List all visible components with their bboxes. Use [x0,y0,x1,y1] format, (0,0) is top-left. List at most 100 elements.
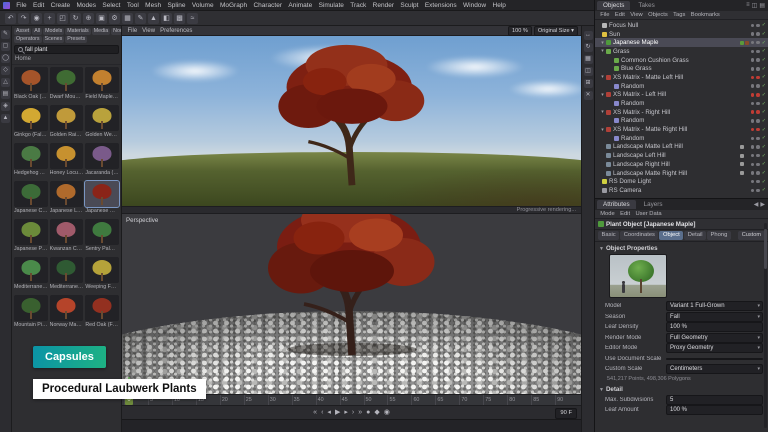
render-visibility-dot[interactable] [756,145,760,149]
editor-visibility-dot[interactable] [751,102,755,106]
object-row[interactable]: Focus Null ✓ [595,21,768,30]
object-row[interactable]: Landscape Left Hill ✓ [595,151,768,160]
tab-layers[interactable]: Layers [638,200,669,209]
tag-chip-icon[interactable] [745,102,749,106]
fields-menu-icon[interactable]: ◧ [161,13,172,24]
autokey-icon[interactable]: ◉ [384,407,390,419]
attribute-tab[interactable]: Coordinates [620,231,658,240]
object-manager-menu-item[interactable]: View [628,12,645,18]
render-visibility-dot[interactable] [756,41,760,45]
field-value[interactable]: Full Geometry [666,333,763,343]
editor-visibility-dot[interactable] [751,189,755,193]
deformer-icon[interactable]: ◈ [1,102,10,111]
render-view-menu-item[interactable]: File [125,28,140,34]
tag-chip-icon[interactable] [740,93,744,97]
render-visibility-dot[interactable] [756,137,760,141]
asset-filter-tab[interactable]: Nodes [111,28,122,35]
tag-chip-icon[interactable] [740,67,744,71]
tag-chip-icon[interactable] [745,75,749,79]
breadcrumb[interactable]: Home [12,55,121,65]
object-row[interactable]: ▾ XS Matrix - Matte Left Hill ✓ [595,73,768,82]
asset-filter-tab[interactable]: Scenes [43,36,65,43]
object-manager-menu-item[interactable]: Objects [646,12,670,18]
attribute-menu-item[interactable]: User Data [633,211,663,217]
tag-chip-icon[interactable] [745,32,749,36]
tag-chip-icon[interactable] [740,136,744,140]
mograph-menu-icon[interactable]: ▲ [148,13,159,24]
object-row[interactable]: ▾ XS Matrix - Right Hill ✓ [595,108,768,117]
tag-chip-icon[interactable] [740,162,744,166]
tag-chip-icon[interactable] [740,180,744,184]
render-view-canvas[interactable] [122,36,581,206]
goto-end-icon[interactable]: » [358,407,362,419]
tag-chip-icon[interactable] [745,154,749,158]
plant-asset-tile[interactable]: Sentry Palm (Fall Plant) [85,219,119,255]
pen-menu-icon[interactable]: ✎ [135,13,146,24]
field-value[interactable]: Centimeters [666,364,763,374]
enabled-check-icon[interactable]: ✓ [762,135,766,141]
tag-chip-icon[interactable] [745,49,749,53]
plant-asset-tile[interactable]: Red Oak (Fall Plant) [85,295,119,331]
menu-item[interactable]: Tool [124,0,142,11]
render-visibility-dot[interactable] [756,171,760,175]
tag-chip-icon[interactable] [740,154,744,158]
enabled-check-icon[interactable]: ✓ [762,109,766,115]
plant-asset-tile[interactable]: Field Maple (Fall Plant) [85,67,119,103]
menu-item[interactable]: MoGraph [217,0,250,11]
enabled-check-icon[interactable]: ✓ [762,144,766,150]
render-visibility-dot[interactable] [756,24,760,28]
undo-icon[interactable]: ↶ [5,13,16,24]
attribute-tab[interactable]: Phong [707,231,731,240]
render-visibility-dot[interactable] [756,128,760,132]
render-visibility-dot[interactable] [756,180,760,184]
tag-chip-icon[interactable] [745,84,749,88]
asset-filter-tab[interactable]: All [32,28,42,35]
enabled-check-icon[interactable]: ✓ [762,179,766,185]
next-frame-icon[interactable]: ▸ [344,407,348,419]
menu-item[interactable]: Create [47,0,73,11]
plant-asset-tile[interactable]: Jacaranda (Fall Plant) [85,143,119,179]
play-icon[interactable]: ▶ [335,407,340,419]
tag-chip-icon[interactable] [745,119,749,123]
keyframe-icon[interactable]: ◆ [374,407,379,419]
move-tool-icon[interactable]: + [44,13,55,24]
field-value[interactable]: Fall [666,312,763,322]
object-row[interactable]: Landscape Matte Left Hill ✓ [595,143,768,152]
enabled-check-icon[interactable]: ✓ [762,170,766,176]
expand-arrow-icon[interactable]: ▾ [599,74,606,80]
menu-item[interactable]: Extensions [422,0,460,11]
tag-chip-icon[interactable] [745,67,749,71]
tag-chip-icon[interactable] [745,180,749,184]
plant-asset-tile[interactable]: Golden Rain Tree (Fall Plant) [50,105,84,141]
custom-button[interactable]: Custom [738,231,765,240]
section-detail[interactable]: ▼Detail [595,384,768,395]
enabled-check-icon[interactable]: ✓ [762,101,766,107]
enabled-check-icon[interactable]: ✓ [762,187,766,193]
plant-asset-tile[interactable]: Mountain Pine (Fall Plant) [14,295,48,331]
menu-item[interactable]: Track [347,0,369,11]
editor-visibility-dot[interactable] [751,145,755,149]
end-frame-field[interactable]: 90 F [555,408,577,419]
menu-item[interactable]: File [13,0,30,11]
enabled-check-icon[interactable]: ✓ [762,66,766,72]
plant-asset-tile[interactable]: Golden Weeping Willow (Fall Plant) [85,105,119,141]
editor-visibility-dot[interactable] [751,137,755,141]
plant-asset-tile[interactable]: Ginkgo (Fall Plant) [14,105,48,141]
attribute-tab[interactable]: Detail [684,231,706,240]
tag-chip-icon[interactable] [745,188,749,192]
cube-primitive-icon[interactable]: ▢ [1,42,10,51]
viewport-label[interactable]: Perspective [126,217,158,224]
enabled-check-icon[interactable]: ✓ [762,48,766,54]
simulate-menu-icon[interactable]: ≈ [187,13,198,24]
plant-asset-tile[interactable]: Dwarf Mountain Pine (Fall Plant) [50,67,84,103]
plant-asset-tile[interactable]: Black Oak (Fall Plant) [14,67,48,103]
close-view-icon[interactable]: ✕ [584,91,593,100]
tag-chip-icon[interactable] [745,136,749,140]
history-forward-icon[interactable]: ▶ [759,201,766,208]
render-visibility-dot[interactable] [756,110,760,114]
render-visibility-dot[interactable] [756,58,760,62]
layout-icon[interactable]: ◫ [751,2,759,9]
expand-arrow-icon[interactable]: ▾ [599,109,606,115]
split-view-icon[interactable]: ◫ [584,67,593,76]
tag-chip-icon[interactable] [745,93,749,97]
